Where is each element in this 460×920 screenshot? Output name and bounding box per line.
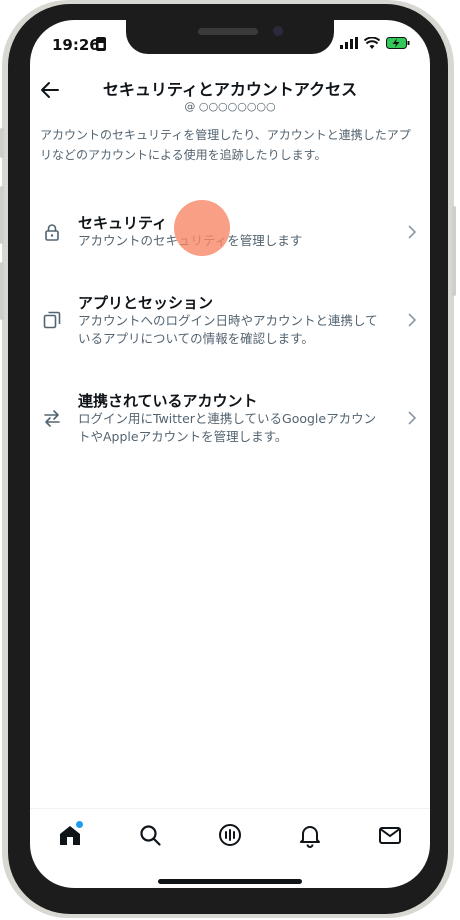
mute-switch bbox=[0, 128, 4, 158]
item-description: アカウントへのログイン日時やアカウントと連携しているアプリについての情報を確認し… bbox=[78, 313, 378, 346]
page-title: セキュリティとアカウントアクセス bbox=[102, 80, 358, 99]
new-content-dot bbox=[76, 821, 83, 828]
search-icon[interactable] bbox=[136, 821, 164, 849]
status-time: 19:26 bbox=[52, 36, 100, 54]
swap-arrows-icon bbox=[42, 408, 62, 428]
screen: 19:26 セキュリティとアカウントアクセス @ ○○○○○○○○ アカウントの… bbox=[30, 20, 430, 888]
touch-indicator bbox=[174, 200, 230, 256]
front-camera bbox=[273, 26, 283, 36]
power-button bbox=[452, 206, 456, 296]
signal-icon bbox=[340, 34, 358, 53]
messages-icon[interactable] bbox=[376, 821, 404, 849]
chevron-right-icon bbox=[406, 410, 418, 426]
spaces-icon[interactable] bbox=[216, 821, 244, 849]
status-indicators bbox=[340, 34, 410, 53]
notch bbox=[126, 20, 334, 54]
notifications-icon[interactable] bbox=[296, 821, 324, 849]
settings-item-connected-accounts[interactable]: 連携されているアカウント ログイン用にTwitterと連携しているGoogleア… bbox=[30, 384, 430, 464]
apps-icon bbox=[42, 310, 62, 330]
home-indicator[interactable] bbox=[158, 879, 302, 884]
battery-charging-icon bbox=[386, 34, 410, 53]
settings-item-apps-sessions[interactable]: アプリとセッション アカウントへのログイン日時やアカウントと連携しているアプリに… bbox=[30, 286, 430, 366]
chevron-right-icon bbox=[406, 224, 418, 240]
item-title: 連携されているアカウント bbox=[78, 392, 258, 410]
item-description: ログイン用にTwitterと連携しているGoogleアカウントやAppleアカウ… bbox=[78, 411, 377, 444]
chevron-right-icon bbox=[406, 312, 418, 328]
sim-icon bbox=[96, 36, 106, 55]
volume-down-button bbox=[0, 262, 4, 320]
volume-up-button bbox=[0, 186, 4, 244]
item-title: アプリとセッション bbox=[78, 294, 214, 312]
speaker bbox=[198, 28, 258, 35]
wifi-icon bbox=[363, 34, 381, 53]
home-icon[interactable] bbox=[56, 821, 84, 849]
lock-icon bbox=[42, 222, 62, 242]
bottom-tab-bar bbox=[30, 808, 430, 861]
account-handle: @ ○○○○○○○○ bbox=[184, 100, 276, 113]
settings-item-security[interactable]: セキュリティ アカウントのセキュリティを管理します bbox=[30, 206, 430, 272]
page-description: アカウントのセキュリティを管理したり、アカウントと連携したアプリなどのアカウント… bbox=[40, 128, 411, 162]
item-title: セキュリティ bbox=[78, 214, 168, 232]
